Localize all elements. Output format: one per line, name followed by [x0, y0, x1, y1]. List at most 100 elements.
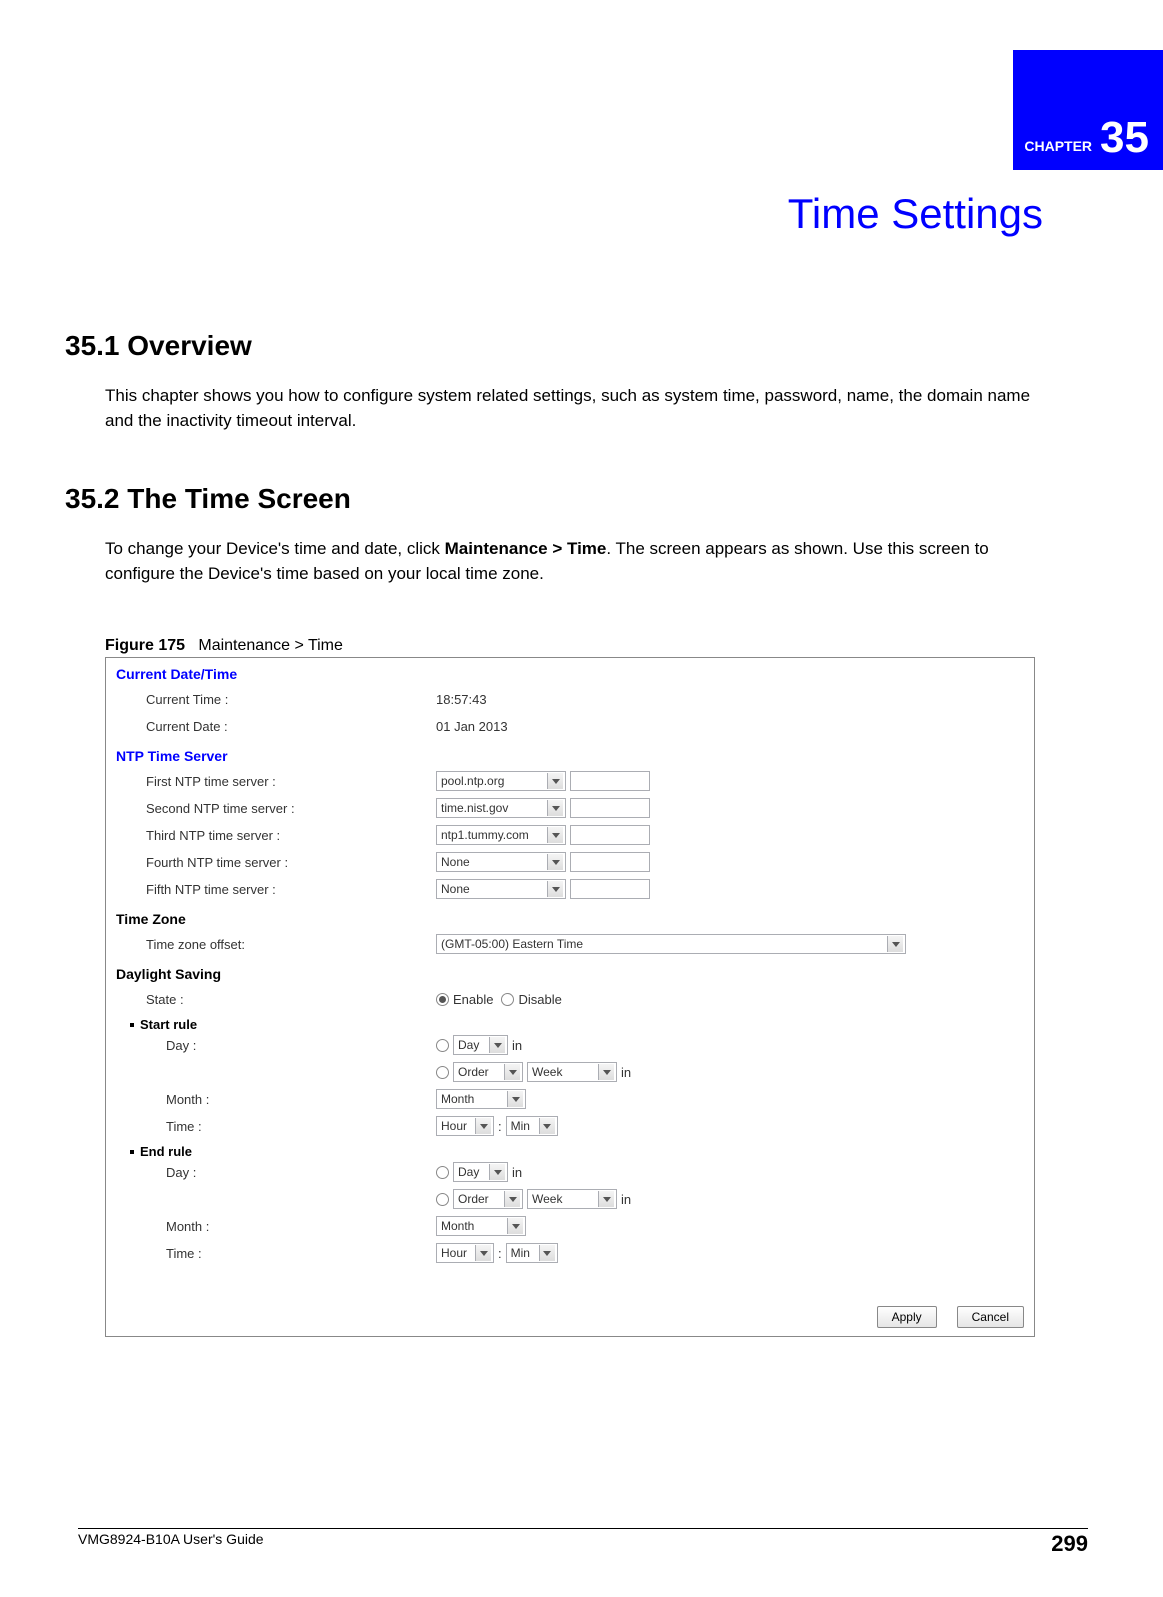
- ds-heading: Daylight Saving: [116, 966, 1024, 982]
- chevron-down-icon: [539, 1245, 555, 1261]
- ds-state-label: State :: [116, 992, 436, 1007]
- chevron-down-icon: [598, 1191, 614, 1207]
- cancel-button[interactable]: Cancel: [957, 1306, 1024, 1328]
- start-min-select[interactable]: Min: [506, 1116, 558, 1136]
- chevron-down-icon: [507, 1091, 523, 1107]
- chevron-down-icon: [489, 1037, 505, 1053]
- chevron-down-icon: [547, 827, 563, 843]
- page-content: 35.1 Overview This chapter shows you how…: [105, 300, 1040, 1337]
- chapter-number-box: CHAPTER 35: [1013, 50, 1163, 170]
- start-day-radio2[interactable]: [436, 1066, 449, 1079]
- end-time-label: Time :: [116, 1246, 436, 1261]
- bullet-icon: [130, 1150, 134, 1154]
- ntp5-input[interactable]: [570, 879, 650, 899]
- start-time-label: Time :: [116, 1119, 436, 1134]
- figure-caption: Figure 175 Maintenance > Time: [105, 637, 1040, 655]
- ntp5-label: Fifth NTP time server :: [116, 882, 436, 897]
- chapter-number: 35: [1100, 116, 1149, 160]
- chevron-down-icon: [504, 1191, 520, 1207]
- start-order-select[interactable]: Order: [453, 1062, 523, 1082]
- current-time-value: 18:57:43: [436, 692, 1024, 707]
- chevron-down-icon: [547, 881, 563, 897]
- current-time-label: Current Time :: [116, 692, 436, 707]
- ntp1-select[interactable]: pool.ntp.org: [436, 771, 566, 791]
- ntp2-select[interactable]: time.nist.gov: [436, 798, 566, 818]
- start-day-select[interactable]: Day: [453, 1035, 508, 1055]
- end-week-select[interactable]: Week: [527, 1189, 617, 1209]
- page-footer: VMG8924-B10A User's Guide 299: [78, 1528, 1088, 1557]
- start-rule-heading: Start rule: [116, 1017, 1024, 1032]
- section-timescreen-heading: 35.2 The Time Screen: [65, 483, 1040, 515]
- ds-disable-label: Disable: [518, 992, 561, 1007]
- chevron-down-icon: [507, 1218, 523, 1234]
- end-order-select[interactable]: Order: [453, 1189, 523, 1209]
- tz-offset-label: Time zone offset:: [116, 937, 436, 952]
- end-day-label: Day :: [116, 1165, 436, 1180]
- ds-disable-radio[interactable]: [501, 993, 514, 1006]
- bullet-icon: [130, 1023, 134, 1027]
- chevron-down-icon: [547, 854, 563, 870]
- cdt-heading: Current Date/Time: [116, 666, 1024, 682]
- start-hour-select[interactable]: Hour: [436, 1116, 494, 1136]
- chevron-down-icon: [887, 936, 903, 952]
- chevron-down-icon: [598, 1064, 614, 1080]
- ntp-heading: NTP Time Server: [116, 748, 1024, 764]
- figure-label: Figure 175: [105, 637, 185, 654]
- end-day-select[interactable]: Day: [453, 1162, 508, 1182]
- end-month-select[interactable]: Month: [436, 1216, 526, 1236]
- ntp5-select[interactable]: None: [436, 879, 566, 899]
- section-overview-heading: 35.1 Overview: [65, 330, 1040, 362]
- ntp1-input[interactable]: [570, 771, 650, 791]
- chevron-down-icon: [489, 1164, 505, 1180]
- tz-offset-select[interactable]: (GMT-05:00) Eastern Time: [436, 934, 906, 954]
- in-text: in: [621, 1192, 631, 1207]
- in-text: in: [512, 1038, 522, 1053]
- ntp1-label: First NTP time server :: [116, 774, 436, 789]
- ntp3-select[interactable]: ntp1.tummy.com: [436, 825, 566, 845]
- chapter-label: CHAPTER: [1024, 138, 1092, 160]
- in-text: in: [512, 1165, 522, 1180]
- ntp4-input[interactable]: [570, 852, 650, 872]
- chevron-down-icon: [504, 1064, 520, 1080]
- ntp3-input[interactable]: [570, 825, 650, 845]
- end-day-radio1[interactable]: [436, 1166, 449, 1179]
- in-text: in: [621, 1065, 631, 1080]
- ts-text1: To change your Device's time and date, c…: [105, 539, 445, 558]
- start-day-radio1[interactable]: [436, 1039, 449, 1052]
- start-week-select[interactable]: Week: [527, 1062, 617, 1082]
- footer-guide: VMG8924-B10A User's Guide: [78, 1531, 264, 1557]
- end-rule-heading: End rule: [116, 1144, 1024, 1159]
- start-month-label: Month :: [116, 1092, 436, 1107]
- colon-text: :: [498, 1246, 502, 1261]
- chevron-down-icon: [547, 773, 563, 789]
- ntp4-select[interactable]: None: [436, 852, 566, 872]
- section-timescreen-text: To change your Device's time and date, c…: [105, 537, 1040, 586]
- apply-button[interactable]: Apply: [877, 1306, 937, 1328]
- start-day-label: Day :: [116, 1038, 436, 1053]
- footer-page-number: 299: [1051, 1531, 1088, 1557]
- ds-enable-radio[interactable]: [436, 993, 449, 1006]
- figure-title: Maintenance > Time: [198, 637, 343, 654]
- chevron-down-icon: [547, 800, 563, 816]
- chevron-down-icon: [475, 1245, 491, 1261]
- chapter-title: Time Settings: [788, 190, 1043, 238]
- screenshot-panel: Current Date/Time Current Time : 18:57:4…: [105, 657, 1035, 1337]
- chevron-down-icon: [539, 1118, 555, 1134]
- ds-enable-label: Enable: [453, 992, 493, 1007]
- end-month-label: Month :: [116, 1219, 436, 1234]
- ntp4-label: Fourth NTP time server :: [116, 855, 436, 870]
- end-day-radio2[interactable]: [436, 1193, 449, 1206]
- colon-text: :: [498, 1119, 502, 1134]
- chevron-down-icon: [475, 1118, 491, 1134]
- end-min-select[interactable]: Min: [506, 1243, 558, 1263]
- ntp3-label: Third NTP time server :: [116, 828, 436, 843]
- ntp2-input[interactable]: [570, 798, 650, 818]
- start-month-select[interactable]: Month: [436, 1089, 526, 1109]
- section-overview-text: This chapter shows you how to configure …: [105, 384, 1040, 433]
- current-date-label: Current Date :: [116, 719, 436, 734]
- tz-heading: Time Zone: [116, 911, 1024, 927]
- ts-text-bold: Maintenance > Time: [445, 539, 607, 558]
- ntp2-label: Second NTP time server :: [116, 801, 436, 816]
- current-date-value: 01 Jan 2013: [436, 719, 1024, 734]
- end-hour-select[interactable]: Hour: [436, 1243, 494, 1263]
